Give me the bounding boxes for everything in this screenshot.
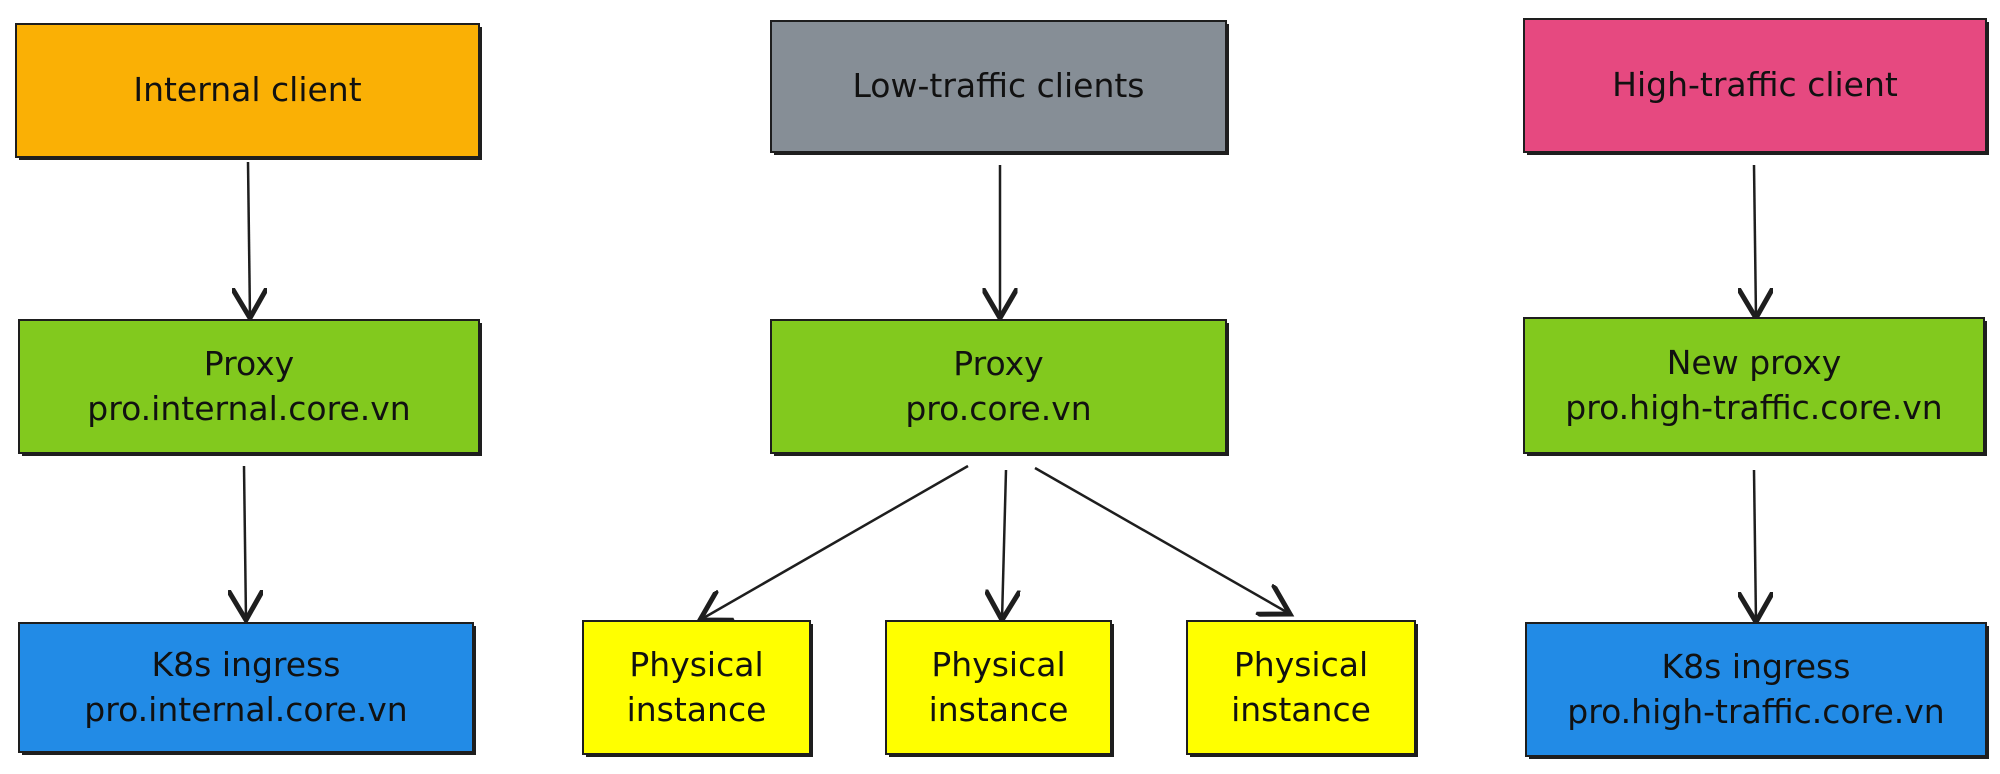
internal-client-box: Internal client (15, 23, 480, 158)
k8s-high-box: K8s ingress pro.high-traffic.core.vn (1525, 622, 1987, 757)
label: Proxy (203, 343, 295, 383)
host: pro.core.vn (905, 388, 1092, 428)
high-traffic-client-box: High-traffic client (1523, 18, 1987, 153)
arrow-proxy-to-k8s-internal (244, 465, 246, 620)
arrow-proxy-to-physical-1 (700, 464, 969, 620)
label-2: instance (928, 689, 1069, 729)
physical-instance-3: Physical instance (1186, 620, 1416, 755)
arrow-proxy-to-physical-3 (1034, 466, 1290, 614)
proxy-low-box: Proxy pro.core.vn (770, 319, 1227, 454)
physical-instance-2: Physical instance (885, 620, 1112, 755)
label-2: instance (1231, 689, 1371, 729)
label: Physical (629, 644, 764, 684)
arrow-internal-to-proxy (248, 161, 250, 318)
host: pro.internal.core.vn (84, 689, 408, 729)
low-traffic-clients-box: Low-traffic clients (770, 20, 1227, 153)
label: Physical (1233, 644, 1369, 684)
label: Physical (931, 644, 1066, 684)
k8s-internal-box: K8s ingress pro.internal.core.vn (18, 622, 474, 753)
arrow-proxy-to-physical-2 (1002, 469, 1006, 620)
arrow-high-to-proxy (1754, 164, 1756, 318)
host: pro.internal.core.vn (87, 388, 411, 428)
label: K8s ingress (151, 644, 341, 684)
label: High-traffic client (1612, 65, 1898, 105)
label: Proxy (953, 343, 1044, 383)
arrow-proxy-to-k8s-high (1754, 469, 1756, 622)
label: Low-traffic clients (852, 66, 1145, 106)
label-2: instance (626, 689, 767, 729)
proxy-internal-box: Proxy pro.internal.core.vn (18, 319, 480, 454)
proxy-high-box: New proxy pro.high-traffic.core.vn (1523, 317, 1985, 454)
host: pro.high-traffic.core.vn (1565, 387, 1943, 427)
label: K8s ingress (1661, 646, 1851, 686)
physical-instance-1: Physical instance (582, 620, 811, 755)
host: pro.high-traffic.core.vn (1567, 691, 1945, 731)
label: New proxy (1666, 342, 1842, 382)
label: Internal client (133, 70, 362, 110)
